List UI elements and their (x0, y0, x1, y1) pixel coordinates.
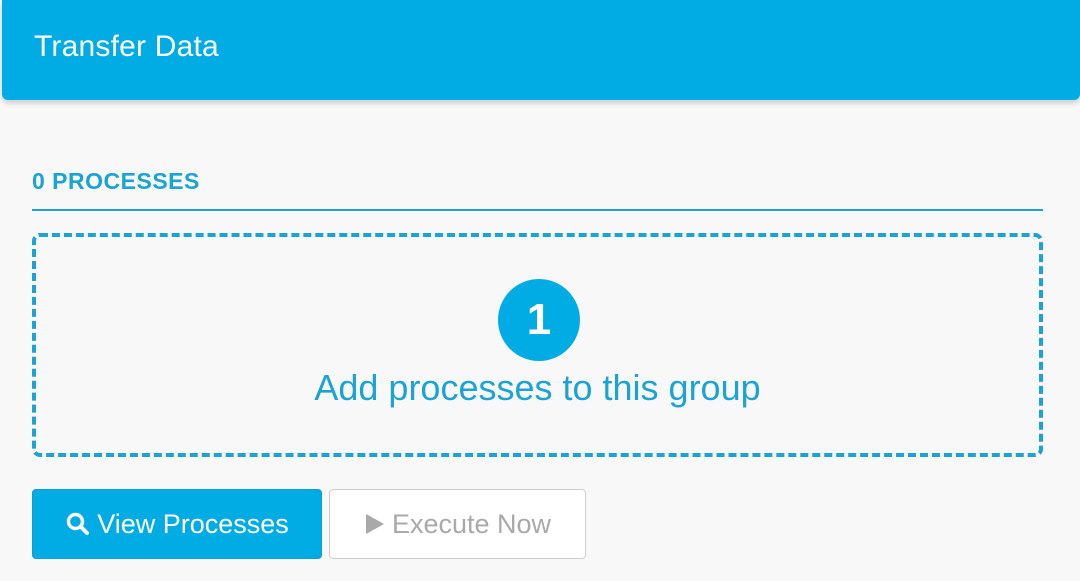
step-number-badge: 1 (498, 279, 580, 361)
section-divider (32, 209, 1043, 211)
view-processes-button[interactable]: View Processes (32, 489, 322, 559)
add-processes-dropzone[interactable]: 1 Add processes to this group (32, 233, 1043, 457)
view-processes-label: View Processes (97, 508, 289, 539)
search-icon (65, 511, 91, 537)
execute-now-label: Execute Now (391, 508, 552, 539)
page-title: Transfer Data (34, 30, 219, 63)
process-count-label: 0 PROCESSES (32, 168, 200, 194)
execute-now-button[interactable]: Execute Now (329, 489, 586, 559)
header-bar: Transfer Data (2, 0, 1080, 100)
page: Transfer Data 0 PROCESSES 1 Add processe… (0, 0, 1080, 581)
play-icon (364, 512, 386, 536)
add-processes-text: Add processes to this group (314, 367, 761, 408)
